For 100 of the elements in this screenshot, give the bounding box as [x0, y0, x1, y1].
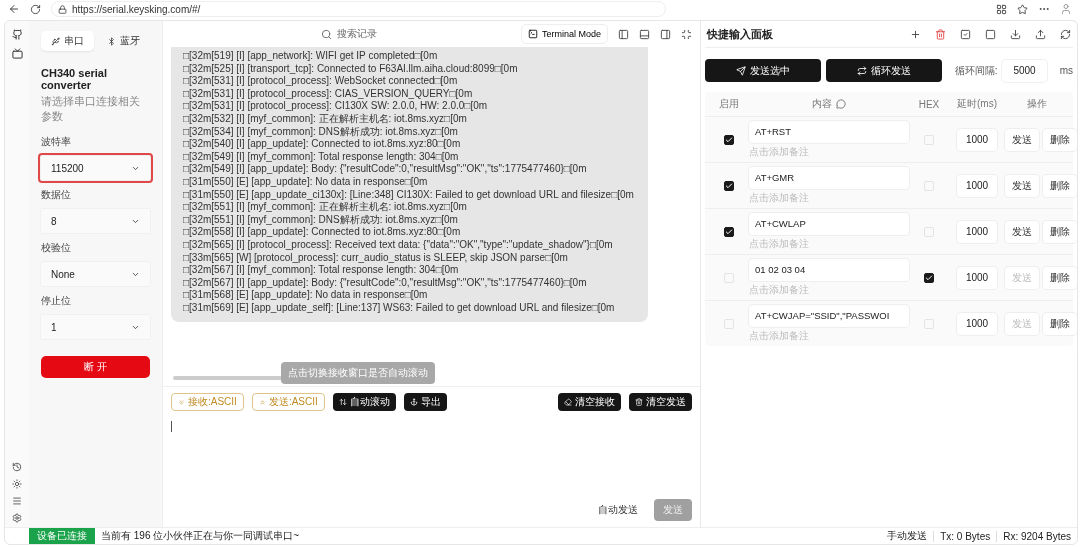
row-send-button[interactable]: 发送: [1005, 220, 1039, 243]
log-line: □[31m[550] [E] [app_update]: No data in response□[0m: [183, 175, 428, 189]
setting-select[interactable]: 1: [38, 312, 153, 342]
enable-checkbox[interactable]: [724, 226, 734, 237]
log-line: □[32m[532] [I] [myf_common]: 正在解析主机名: iot.8ms.xyz□[0m: [183, 112, 467, 126]
row-delete-button[interactable]: 删除: [1043, 128, 1077, 151]
log-line: □[32m[551] [I] [myf_common]: DNS解析成功: iot.8ms.xyz□[0m: [183, 213, 458, 227]
delay-field[interactable]: 1000: [957, 220, 997, 243]
command-field[interactable]: AT+RST: [749, 120, 909, 143]
column-header: 操作: [1027, 97, 1047, 111]
panel-title: 快捷输入面板: [707, 26, 773, 42]
log-line: □[32m[565] [I] [protocol_process]: Received text data: {"data":"OK","type":"update_shadow"}□[0m: [183, 238, 613, 252]
connection-tab[interactable]: 蓝牙: [97, 31, 150, 51]
square-icon[interactable]: [985, 28, 996, 40]
row-send-button[interactable]: 发送: [1005, 128, 1039, 151]
trash-icon[interactable]: [935, 28, 946, 40]
anchor-icon: [409, 398, 418, 406]
bluetooth-icon: [107, 36, 117, 46]
clear-button[interactable]: 清空发送: [629, 393, 692, 411]
tv-icon[interactable]: [11, 48, 23, 59]
panel-bottom-icon[interactable]: [639, 28, 650, 40]
command-field[interactable]: AT+GMR: [749, 166, 909, 189]
device-title: CH340 serial converter: [41, 67, 109, 91]
log-line: □[32m[567] [I] [myf_common]: Total response length: 304□[0m: [183, 264, 459, 277]
log-line: □[32m[540] [I] [app_update]: Connected to iot.8ms.xyz:80□[0m: [183, 138, 461, 151]
clear-button[interactable]: 清空接收: [558, 393, 621, 411]
delay-field[interactable]: 1000: [957, 266, 997, 289]
setting-select[interactable]: 8: [38, 206, 153, 236]
loop-send-button[interactable]: 循环发送: [825, 59, 942, 82]
device-hint: 请选择串口连接相关参数: [41, 94, 141, 124]
minimize-icon[interactable]: [681, 28, 692, 40]
setting-label: 校验位: [41, 241, 72, 255]
check-square-icon[interactable]: [960, 28, 971, 40]
send-selected-button[interactable]: 发送选中: [705, 59, 821, 82]
setting-label: 波特率: [41, 135, 72, 149]
tx-counter: Tx: 0 Bytes: [933, 530, 997, 542]
rx-counter: Rx: 9204 Bytes: [996, 530, 1077, 542]
log-line: □[32m[558] [I] [app_update]: Connected to iot.8ms.xyz:80□[0m: [183, 226, 461, 239]
connection-tab[interactable]: 串口: [41, 31, 94, 51]
search-icon: [321, 28, 332, 40]
setting-label: 停止位: [41, 294, 72, 308]
github-icon[interactable]: [11, 29, 23, 40]
delay-field[interactable]: 1000: [957, 312, 997, 335]
eraser-icon: [564, 398, 572, 406]
auto-scroll-button[interactable]: 自动滚动: [332, 393, 396, 411]
tooltip: 点击切换接收窗口是否自动滚动: [281, 362, 435, 384]
connection-status: 设备已连接: [29, 528, 95, 544]
command-field[interactable]: 01 02 03 04: [749, 258, 909, 281]
upload-icon[interactable]: [1035, 28, 1046, 40]
log-line: □[31m[569] [E] [app_update_self]: [Line:137] WS63: Failed to get download URL and filesize□[0m: [183, 301, 615, 315]
command-field[interactable]: AT+CWJAP="SSID","PASSWOI: [749, 304, 909, 327]
download-icon[interactable]: [1010, 28, 1021, 40]
star-icon[interactable]: [1017, 3, 1028, 15]
log-line: □[32m[531] [I] [protocol_process]: WebSocket connected□[0m: [183, 75, 458, 88]
row-delete-button[interactable]: 删除: [1043, 312, 1077, 335]
log-line: □[32m[551] [I] [myf_common]: 正在解析主机名: iot.8ms.xyz□[0m: [183, 201, 467, 214]
log-line: □[32m[567] [I] [app_update]: Body: {"resultCode":0,"resultMsg":"OK","ts":1775477460}□[0m: [183, 276, 587, 290]
refresh-icon[interactable]: [1060, 28, 1071, 40]
interval-unit: ms: [1059, 65, 1073, 76]
terminal-mode-button[interactable]: Terminal Mode: [520, 24, 608, 44]
enable-checkbox[interactable]: [724, 134, 734, 145]
row-delete-button[interactable]: 删除: [1043, 174, 1077, 197]
hex-checkbox[interactable]: [924, 272, 934, 283]
row-delete-button[interactable]: 删除: [1043, 220, 1077, 243]
log-line: □[33m[565] [W] [protocol_process]: curr_audio_status is SLEEP, skip JSON parse□[0m: [183, 251, 568, 265]
command-field[interactable]: AT+CWLAP: [749, 212, 909, 235]
row-send-button[interactable]: 发送: [1005, 174, 1039, 197]
sun-icon[interactable]: [12, 479, 22, 489]
row-delete-button[interactable]: 删除: [1043, 266, 1077, 289]
terminal-icon: [527, 29, 538, 39]
comment-icon[interactable]: [836, 99, 846, 109]
back-icon[interactable]: [8, 3, 20, 15]
log-line: □[32m[519] [I] [app_network]: WIFI get IP completed□[0m: [183, 50, 438, 63]
reload-icon[interactable]: [30, 3, 41, 15]
plus-icon[interactable]: [910, 28, 921, 40]
search-field[interactable]: 搜索记录: [321, 24, 421, 44]
log-line: □[31m[568] [E] [app_update]: No data in response□[0m: [183, 289, 428, 302]
column-header: 内容: [812, 97, 832, 111]
settings-icon[interactable]: [12, 513, 22, 523]
panel-right-icon[interactable]: [660, 28, 671, 40]
panel-left-icon[interactable]: [618, 28, 629, 40]
send-icon: [735, 65, 746, 76]
log-line: □[32m[549] [I] [myf_common]: Total response length: 304□[0m: [183, 150, 459, 164]
address-bar[interactable]: https://serial.keysking.com/#/: [51, 1, 666, 17]
column-header: HEX: [918, 98, 940, 110]
enable-checkbox[interactable]: [724, 180, 734, 191]
interval-label: 循环间隔:: [954, 63, 998, 78]
auto-send-label[interactable]: 自动发送: [598, 503, 638, 517]
history-icon[interactable]: [12, 462, 22, 472]
disconnect-button[interactable]: 断 开: [41, 356, 150, 378]
log-line: □[32m[531] [I] [protocol_process]: CI130X SW: 2.0.0, HW: 2.0.0□[0m: [183, 100, 488, 113]
log-line: □[32m[534] [I] [myf_common]: DNS解析成功: iot.8ms.xyz□[0m: [183, 125, 458, 139]
setting-select[interactable]: 115200: [38, 153, 153, 183]
interval-field[interactable]: 5000: [1002, 59, 1047, 82]
delay-field[interactable]: 1000: [957, 174, 997, 197]
setting-select[interactable]: None: [38, 259, 153, 289]
column-header: 启用: [719, 97, 739, 111]
repeat-icon: [856, 65, 867, 76]
export-button[interactable]: 导出: [403, 393, 447, 411]
delay-field[interactable]: 1000: [957, 128, 997, 151]
